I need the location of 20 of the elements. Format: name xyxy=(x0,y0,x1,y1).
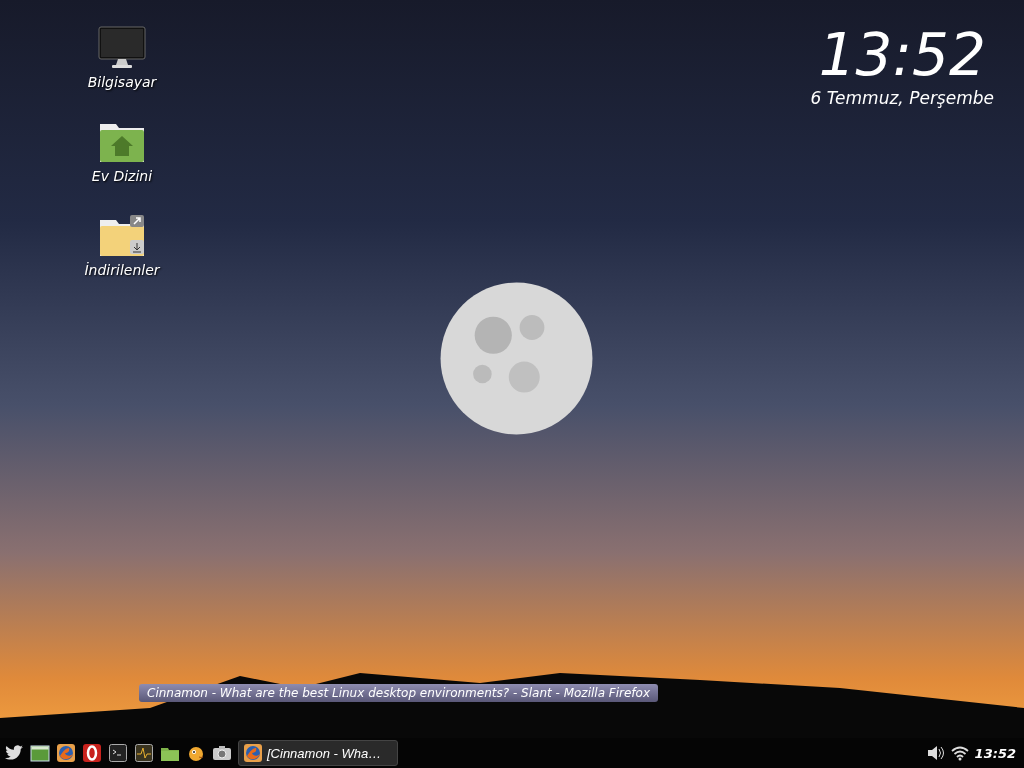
wifi-icon[interactable] xyxy=(950,745,969,761)
volume-icon[interactable] xyxy=(926,745,945,761)
window-tooltip: Cinnamon - What are the best Linux desktop environments? - Slant - Mozilla Firefox xyxy=(139,684,659,702)
opera-icon[interactable] xyxy=(82,743,102,763)
icon-label[interactable]: Bilgisayar xyxy=(87,74,157,90)
icon-label[interactable]: İndirilenler xyxy=(84,262,160,278)
taskbar-clock[interactable]: 13:52 xyxy=(974,745,1020,761)
terminal-icon[interactable] xyxy=(108,743,128,763)
window-button[interactable]: [Cinnamon - Wha… xyxy=(238,740,398,766)
downloads-folder-icon xyxy=(98,214,146,258)
globe-icon[interactable] xyxy=(243,743,263,763)
bird-icon[interactable] xyxy=(4,743,24,763)
desktop-icon[interactable] xyxy=(30,743,50,763)
activity-monitor-icon[interactable] xyxy=(134,743,154,763)
monitor-icon xyxy=(98,26,146,70)
clock-date: 6 Temmuz, Perşembe xyxy=(810,87,994,108)
icon-label[interactable]: Ev Dizini xyxy=(91,168,153,184)
camera-icon[interactable] xyxy=(212,743,232,763)
globe-icon[interactable] xyxy=(56,743,76,763)
clock-time: 13:52 xyxy=(818,24,986,88)
